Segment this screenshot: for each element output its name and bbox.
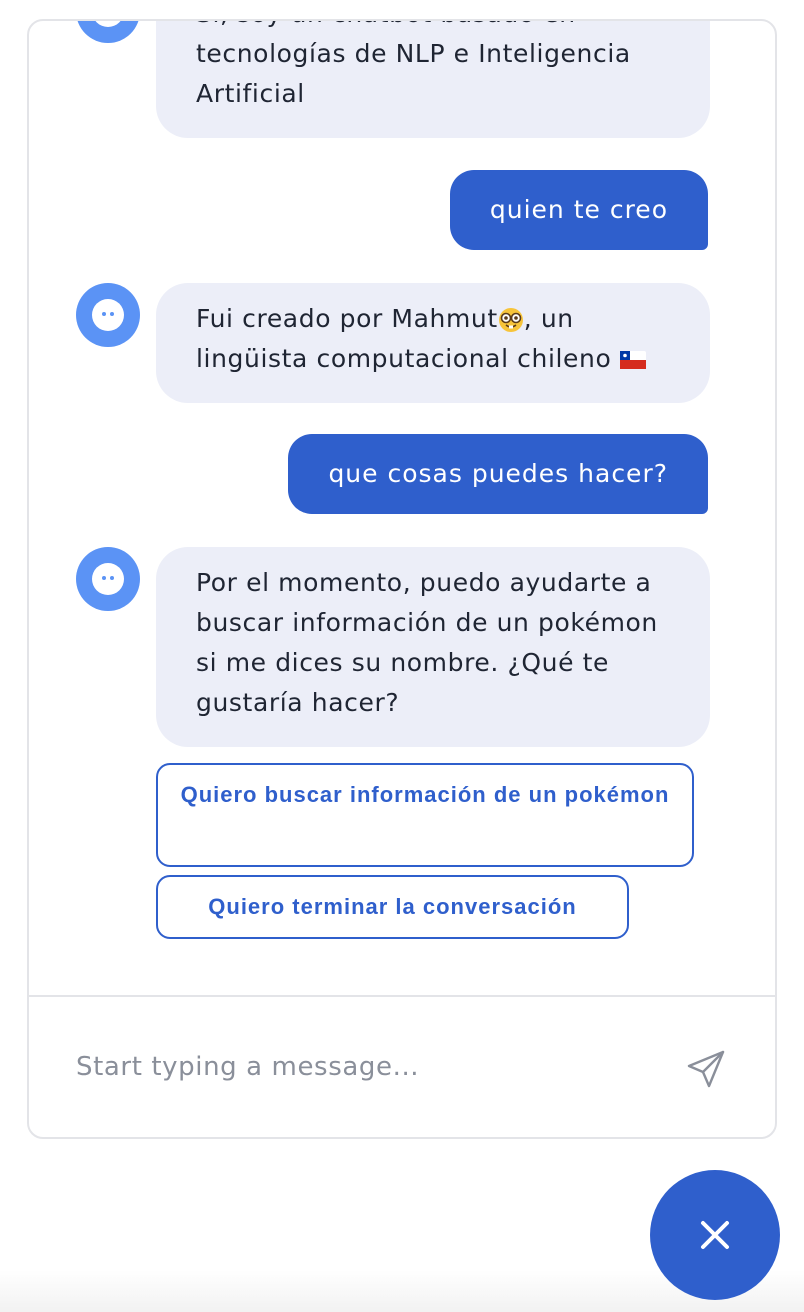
bot-avatar bbox=[76, 21, 140, 43]
quick-reply-search-pokemon[interactable]: Quiero buscar información de un pokémon bbox=[156, 763, 694, 867]
quick-reply-label: Quiero buscar información de un pokémon bbox=[180, 782, 670, 807]
quick-reply-end-conversation[interactable]: Quiero terminar la conversación bbox=[156, 875, 629, 939]
message-composer bbox=[29, 997, 775, 1137]
bot-message-text: Fui creado por Mahmut, un lingüista comp… bbox=[196, 304, 646, 373]
user-message-text: quien te creo bbox=[489, 195, 668, 224]
bot-face-icon bbox=[92, 299, 124, 331]
page: Sí, soy un chatbot basado en tecnologías… bbox=[0, 0, 804, 1312]
message-input[interactable] bbox=[76, 1043, 636, 1091]
bot-message: Por el momento, puedo ayudarte a buscar … bbox=[156, 547, 710, 747]
nerd-face-emoji bbox=[498, 308, 523, 332]
bot-message: Sí, soy un chatbot basado en tecnologías… bbox=[156, 21, 710, 138]
bot-message: Fui creado por Mahmut, un lingüista comp… bbox=[156, 283, 710, 403]
bot-avatar bbox=[76, 283, 140, 347]
bot-avatar bbox=[76, 547, 140, 611]
quick-reply-label: Quiero terminar la conversación bbox=[208, 894, 577, 919]
bot-message-text: Sí, soy un chatbot basado en tecnologías… bbox=[196, 21, 631, 108]
close-icon bbox=[701, 1221, 729, 1249]
user-message-text: que cosas puedes hacer? bbox=[328, 459, 668, 488]
user-message: quien te creo bbox=[449, 170, 708, 250]
close-chat-button[interactable] bbox=[650, 1170, 780, 1300]
paper-plane-icon[interactable] bbox=[684, 1047, 728, 1091]
chat-widget: Sí, soy un chatbot basado en tecnologías… bbox=[27, 19, 777, 1139]
chile-flag-emoji bbox=[619, 351, 646, 369]
bot-face-icon bbox=[92, 21, 124, 27]
bot-face-icon bbox=[92, 563, 124, 595]
user-message: que cosas puedes hacer? bbox=[288, 434, 708, 514]
bot-message-text: Por el momento, puedo ayudarte a buscar … bbox=[196, 568, 658, 717]
message-list[interactable]: Sí, soy un chatbot basado en tecnologías… bbox=[29, 21, 775, 996]
